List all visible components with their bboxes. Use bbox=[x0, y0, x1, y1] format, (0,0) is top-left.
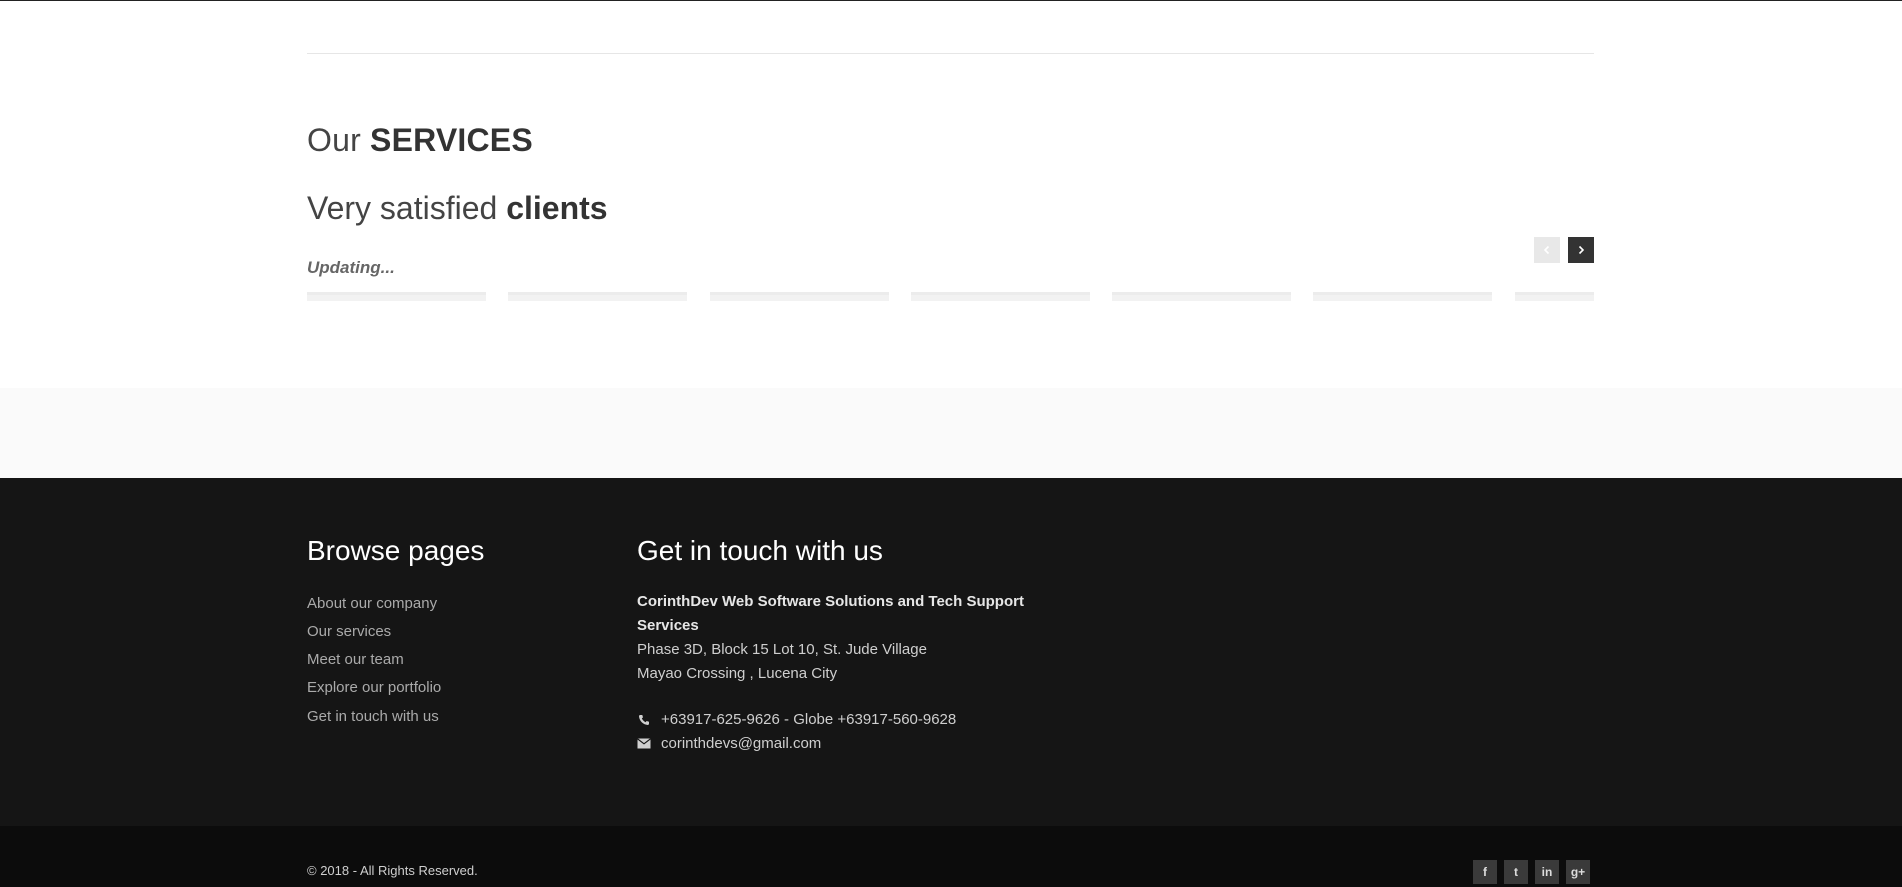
services-heading: Our SERVICES bbox=[307, 122, 1594, 159]
phone-row: +63917-625-9626 - Globe +63917-560-9628 bbox=[637, 708, 1037, 732]
services-heading-light: Our bbox=[307, 122, 361, 158]
phone-icon bbox=[637, 713, 651, 727]
clients-heading-light: Very satisfied bbox=[307, 190, 498, 226]
services-heading-bold: SERVICES bbox=[370, 122, 533, 158]
company-name: CorinthDev Web Software Solutions and Te… bbox=[637, 592, 1024, 634]
client-logo-placeholder bbox=[508, 292, 687, 301]
facebook-icon: f bbox=[1483, 865, 1487, 879]
bottom-bar: © 2018 - All Rights Reserved. f t in g+ bbox=[0, 826, 1902, 887]
address-line-2: Mayao Crossing , Lucena City bbox=[637, 664, 838, 682]
carousel-next-button[interactable] bbox=[1568, 237, 1594, 263]
client-logo-placeholder bbox=[710, 292, 889, 301]
client-logo-placeholder bbox=[1313, 292, 1492, 301]
client-logo-placeholder bbox=[307, 292, 486, 301]
top-border bbox=[0, 0, 1902, 1]
twitter-button[interactable]: t bbox=[1504, 860, 1528, 884]
copyright-text: © 2018 - All Rights Reserved. bbox=[307, 863, 478, 878]
clients-carousel bbox=[307, 292, 1594, 301]
clients-heading-bold: clients bbox=[506, 190, 608, 226]
contact-column: Get in touch with us CorinthDev Web Soft… bbox=[637, 534, 1037, 756]
browse-pages-title: Browse pages bbox=[307, 535, 485, 566]
google-plus-icon: g+ bbox=[1570, 865, 1586, 879]
footer-link-portfolio[interactable]: Explore our portfolio bbox=[307, 674, 607, 702]
footer-link-services[interactable]: Our services bbox=[307, 618, 607, 646]
client-logo-placeholder bbox=[911, 292, 1090, 301]
updating-status: Updating... bbox=[307, 258, 395, 277]
footer: Browse pages About our company Our servi… bbox=[0, 478, 1902, 826]
chevron-right-icon bbox=[1578, 245, 1585, 255]
chevron-left-icon bbox=[1543, 245, 1550, 255]
email-link[interactable]: corinthdevs@gmail.com bbox=[661, 732, 821, 756]
footer-link-team[interactable]: Meet our team bbox=[307, 646, 607, 674]
linkedin-button[interactable]: in bbox=[1535, 860, 1559, 884]
browse-pages-column: Browse pages About our company Our servi… bbox=[307, 534, 607, 731]
clients-heading: Very satisfied clients bbox=[307, 190, 1594, 227]
facebook-button[interactable]: f bbox=[1473, 860, 1497, 884]
footer-link-contact[interactable]: Get in touch with us bbox=[307, 703, 607, 731]
company-info: CorinthDev Web Software Solutions and Te… bbox=[637, 590, 1037, 686]
email-row: corinthdevs@gmail.com bbox=[637, 732, 1037, 756]
gray-band bbox=[0, 388, 1902, 478]
client-logo-placeholder bbox=[1112, 292, 1291, 301]
browse-pages-list: About our company Our services Meet our … bbox=[307, 590, 607, 731]
envelope-icon bbox=[637, 737, 651, 751]
section-divider bbox=[307, 53, 1594, 54]
linkedin-icon: in bbox=[1541, 865, 1553, 879]
twitter-icon: t bbox=[1514, 865, 1518, 879]
client-logo-placeholder bbox=[1515, 292, 1594, 301]
address-line-1: Phase 3D, Block 15 Lot 10, St. Jude Vill… bbox=[637, 640, 927, 658]
footer-link-about[interactable]: About our company bbox=[307, 590, 607, 618]
phone-text: +63917-625-9626 - Globe +63917-560-9628 bbox=[661, 710, 957, 728]
google-plus-button[interactable]: g+ bbox=[1566, 860, 1590, 884]
contact-title: Get in touch with us bbox=[637, 535, 883, 566]
carousel-prev-button[interactable] bbox=[1534, 237, 1560, 263]
